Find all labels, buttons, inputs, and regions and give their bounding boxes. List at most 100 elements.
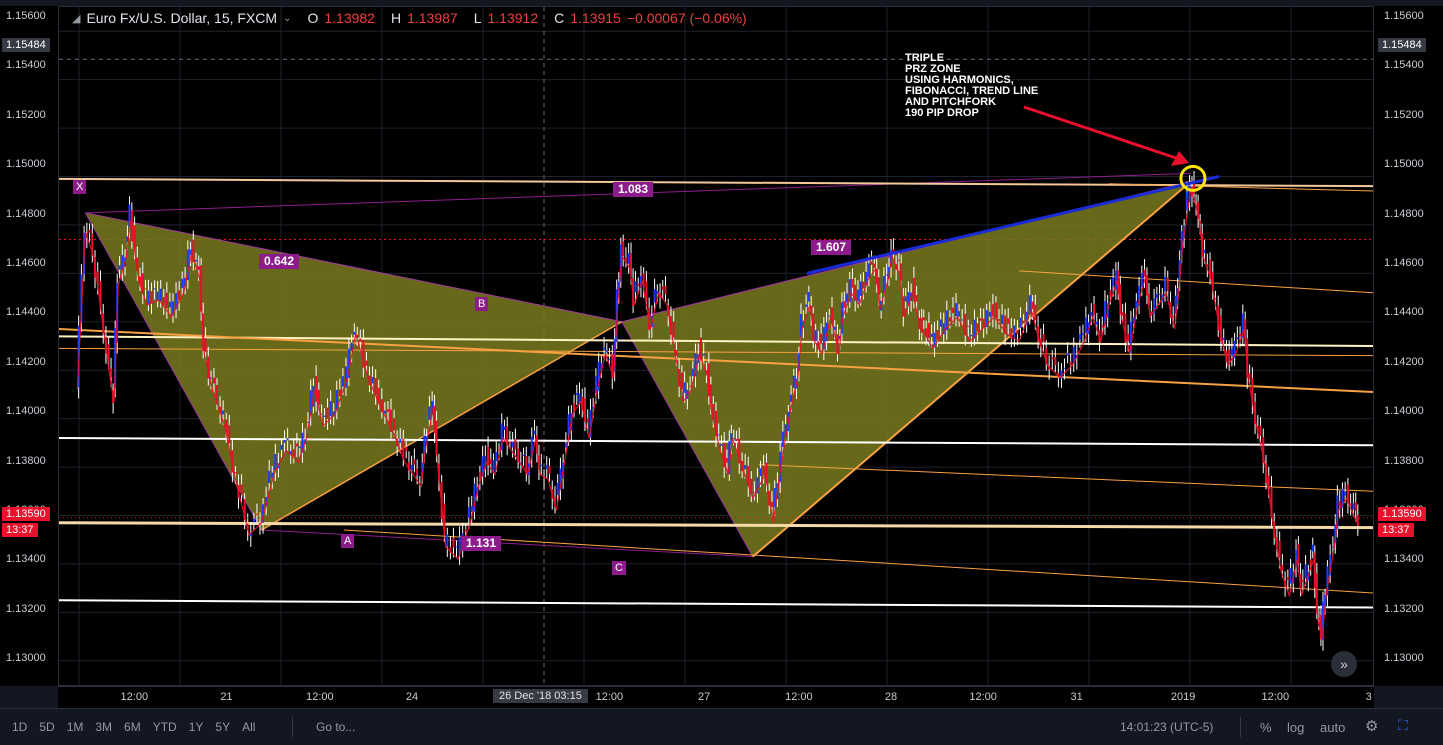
candle-body <box>359 338 362 342</box>
pattern-triangle-xab <box>84 212 624 531</box>
ratio-bd: 1.607 <box>811 240 852 255</box>
candle-body <box>961 319 964 321</box>
symbol-title[interactable]: Euro Fx/U.S. Dollar, 15, FXCM <box>86 10 277 26</box>
percent-toggle[interactable]: % <box>1260 720 1272 735</box>
left-price-tick: 1.14200 <box>6 355 46 368</box>
candle-body <box>603 347 606 350</box>
candle-body <box>1140 273 1143 288</box>
candle-body <box>1259 425 1262 436</box>
candle-body <box>1203 249 1206 254</box>
candle-body <box>495 451 498 462</box>
right-price-axis[interactable]: 1.15600 1.15400 1.15200 1.15000 1.14800 1.146… <box>1374 6 1443 686</box>
candle-body <box>1081 333 1084 336</box>
log-toggle[interactable]: log <box>1287 720 1304 735</box>
range-button-5d[interactable]: 5D <box>39 720 54 734</box>
candle-body <box>338 389 341 397</box>
left-price-tick: 1.14600 <box>6 257 46 269</box>
range-button-3m[interactable]: 3M <box>95 720 112 734</box>
chart-canvas[interactable] <box>59 7 1373 685</box>
candle-body <box>927 323 930 339</box>
candle-body <box>605 350 608 353</box>
fullscreen-icon[interactable]: ⛶ <box>1398 717 1408 734</box>
auto-toggle[interactable]: auto <box>1320 720 1345 735</box>
candle-body <box>118 265 121 270</box>
candle-body <box>393 418 396 431</box>
candle-body <box>859 281 862 296</box>
left-price-tick: 1.14800 <box>6 207 46 220</box>
candle-body <box>144 288 147 290</box>
left-price-tick: 1.13800 <box>6 454 46 467</box>
prz-annotation: TRIPLE PRZ ZONE USING HARMONICS, FIBONAC… <box>905 52 1039 119</box>
candle-body <box>762 465 765 476</box>
goto-button[interactable]: Go to... <box>316 720 355 734</box>
candle-body <box>503 426 506 430</box>
candle-body <box>1084 317 1087 334</box>
candle-body <box>1239 333 1242 337</box>
clock-display[interactable]: 14:01:23 (UTC-5) <box>1120 720 1213 734</box>
last-price-badge-left: 1.13590 <box>2 507 50 521</box>
candle-body <box>683 382 686 393</box>
time-tick: 31 <box>1070 691 1083 703</box>
time-tick: 12:00 <box>785 691 813 703</box>
time-axis[interactable]: 12:00 21 12:00 24 12:00 27 12:00 28 12:00 31 2019 1… <box>58 686 1374 708</box>
price-chart-pane[interactable]: TRIPLE PRZ ZONE USING HARMONICS, FIBONAC… <box>58 6 1374 686</box>
time-tick: 3 <box>1365 691 1372 703</box>
collapse-icon[interactable]: ◢ <box>72 12 80 25</box>
candle-body <box>856 289 859 302</box>
candle-body <box>1155 293 1158 298</box>
candle-body <box>545 464 548 469</box>
range-button-1d[interactable]: 1D <box>12 720 27 734</box>
candle-body <box>326 407 329 419</box>
candle-body <box>455 546 458 548</box>
range-button-1m[interactable]: 1M <box>67 720 84 734</box>
scroll-to-realtime-button[interactable]: » <box>1331 651 1357 677</box>
range-button-6m[interactable]: 6M <box>124 720 141 734</box>
candle-body <box>970 334 973 337</box>
time-tick: 21 <box>220 691 233 703</box>
left-price-tick: 1.15400 <box>6 59 46 72</box>
time-tick: 12:00 <box>120 691 149 703</box>
candle-body <box>627 253 630 264</box>
candle-body <box>1095 321 1098 325</box>
candle-body <box>904 296 907 302</box>
candle-body <box>487 446 490 465</box>
range-button-5y[interactable]: 5Y <box>215 720 230 734</box>
crosshair-time-label: 26 Dec '18 03:15 <box>493 689 588 703</box>
candle-body <box>1236 337 1239 340</box>
candle-body <box>1127 333 1130 341</box>
candle-body <box>958 311 961 317</box>
left-price-axis[interactable]: 1.15600 1.15400 1.15200 1.15000 1.14800 1.146… <box>0 6 58 686</box>
left-price-tick: 1.15600 <box>6 10 46 22</box>
candle-body <box>702 353 705 356</box>
right-price-tick: 1.13400 <box>1384 553 1424 566</box>
range-button-1y[interactable]: 1Y <box>189 720 204 734</box>
candle-body <box>1013 325 1016 339</box>
candle-body <box>1281 564 1284 571</box>
candle-body <box>556 482 559 496</box>
candle-body <box>1352 503 1355 510</box>
support-line-1-1322 <box>59 599 1373 609</box>
candle-body <box>770 501 773 508</box>
candle-body <box>717 434 720 436</box>
candle-body <box>410 464 413 471</box>
chevron-down-icon[interactable]: ⌄ <box>283 13 291 24</box>
gear-icon[interactable]: ⚙ <box>1365 717 1378 735</box>
range-button-ytd[interactable]: YTD <box>153 720 177 734</box>
candle-body <box>467 507 470 518</box>
candle-body <box>374 377 377 395</box>
candle-body <box>268 470 271 484</box>
candle-body <box>664 286 667 295</box>
candle-body <box>979 318 982 321</box>
range-button-all[interactable]: All <box>242 720 255 734</box>
candle-body <box>1078 333 1081 340</box>
time-tick: 12:00 <box>969 691 997 703</box>
candle-body <box>1311 544 1314 552</box>
last-price-badge-right: 1.13590 <box>1378 507 1426 521</box>
candle-body <box>514 439 517 450</box>
candle-body <box>452 537 455 548</box>
candle-body <box>843 301 846 308</box>
annotation-arrow-line <box>1023 105 1180 161</box>
candle-body <box>634 281 637 293</box>
candle-body <box>1109 290 1112 298</box>
candle-body <box>286 438 289 441</box>
